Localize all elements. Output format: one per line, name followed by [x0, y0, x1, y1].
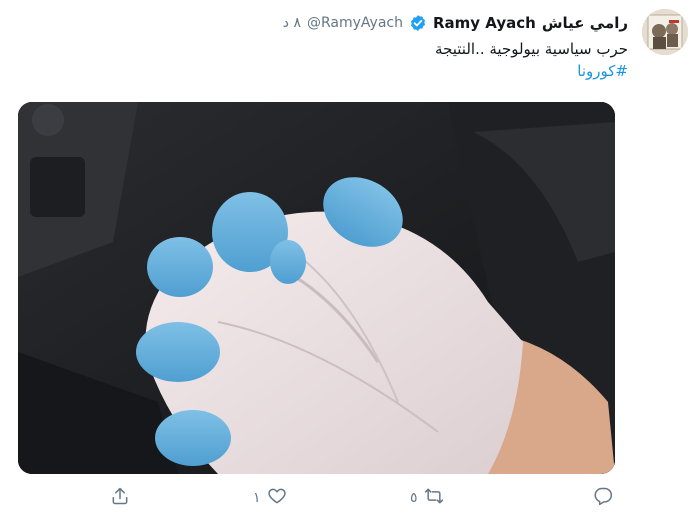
hashtag-link[interactable]: #كورونا — [28, 60, 628, 82]
reply-action[interactable] — [593, 486, 613, 510]
tweet-image[interactable] — [18, 102, 615, 474]
share-action[interactable] — [110, 486, 130, 510]
author-name-ar[interactable]: رامي عياش — [542, 14, 628, 32]
author-name-en[interactable]: Ramy Ayach — [433, 14, 536, 32]
tweet-text: حرب سياسية بيولوجية ..النتيجة #كورونا — [28, 38, 628, 82]
like-count: ١ — [253, 490, 261, 506]
avatar[interactable] — [642, 9, 688, 55]
share-icon[interactable] — [110, 486, 130, 510]
retweet-count: ٥ — [410, 490, 418, 506]
verified-badge-icon — [409, 14, 427, 32]
tweet-actions: ١ ٥ — [0, 480, 700, 520]
like-action[interactable]: ١ — [253, 486, 287, 510]
heart-icon[interactable] — [267, 486, 287, 510]
tweet: رامي عياش Ramy Ayach @RamyAyach ٨ د حرب … — [0, 0, 700, 525]
tweet-body: حرب سياسية بيولوجية ..النتيجة — [435, 40, 628, 58]
tweet-timestamp[interactable]: ٨ د — [283, 15, 301, 31]
retweet-icon[interactable] — [424, 486, 444, 510]
retweet-action[interactable]: ٥ — [410, 486, 444, 510]
reply-icon[interactable] — [593, 486, 613, 510]
tweet-header: رامي عياش Ramy Ayach @RamyAyach ٨ د — [283, 12, 628, 34]
author-handle[interactable]: @RamyAyach — [307, 15, 403, 31]
